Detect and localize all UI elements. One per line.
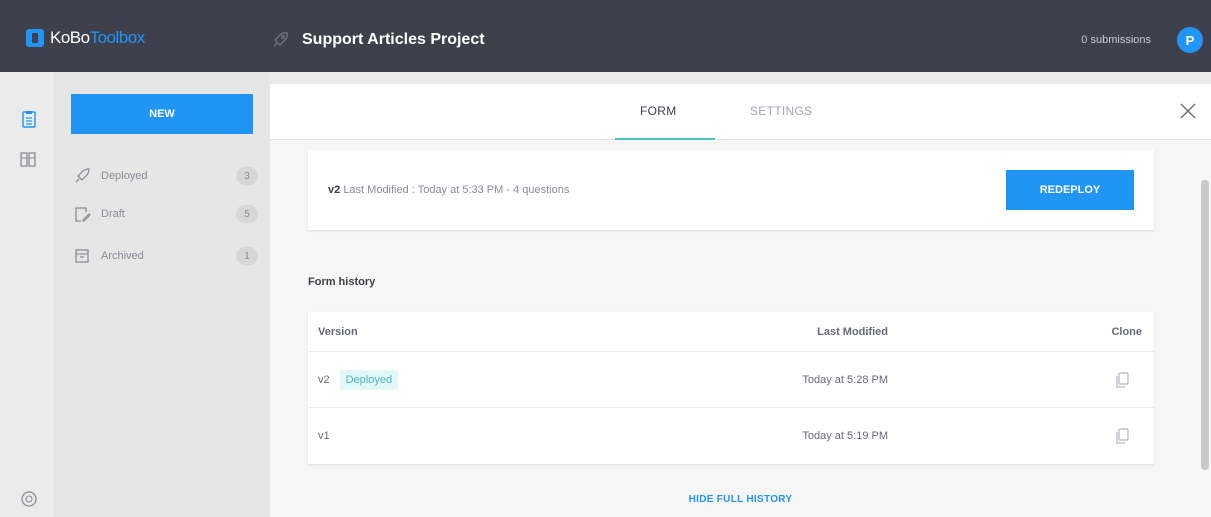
project-title: Support Articles Project: [302, 31, 485, 48]
project-title-area: Support Articles Project: [270, 30, 485, 50]
draft-icon: [75, 207, 91, 222]
submissions-count: 0 submissions: [1081, 34, 1151, 46]
count-badge: 1: [236, 247, 258, 265]
user-avatar[interactable]: P: [1177, 27, 1203, 53]
forms-icon[interactable]: [20, 110, 38, 128]
close-icon[interactable]: [1179, 102, 1197, 120]
current-version-text: v2 Last Modified : Today at 5:33 PM - 4 …: [328, 184, 569, 196]
count-badge: 3: [236, 167, 258, 185]
top-bar: KoBoToolbox Support Articles Project 0 s…: [0, 0, 1211, 72]
new-button[interactable]: NEW: [71, 94, 253, 134]
last-modified-cell: Today at 5:19 PM: [802, 430, 888, 442]
column-header-clone: Clone: [1111, 325, 1142, 338]
logo-mark: [26, 29, 44, 47]
help-icon[interactable]: [20, 490, 38, 508]
current-version-label: v2: [328, 184, 341, 196]
archive-icon: [75, 249, 89, 263]
table-row: v1 Today at 5:19 PM: [308, 408, 1154, 464]
tab-settings[interactable]: SETTINGS: [750, 104, 812, 118]
tab-form[interactable]: FORM: [640, 104, 677, 118]
rocket-icon: [75, 168, 90, 183]
redeploy-button[interactable]: REDEPLOY: [1006, 170, 1134, 210]
table-row: v2 Deployed Today at 5:28 PM: [308, 352, 1154, 408]
active-tab-indicator: [615, 138, 715, 140]
table-header-row: Version Last Modified Clone: [308, 312, 1154, 352]
count-badge: 5: [236, 205, 258, 223]
main-panel: FORM SETTINGS v2 Last Modified : Today a…: [270, 84, 1211, 517]
sidebar-item-archived[interactable]: Archived 1: [73, 244, 258, 268]
current-version-details: Last Modified : Today at 5:33 PM - 4 que…: [343, 184, 570, 196]
sidebar-item-label: Draft: [101, 208, 125, 220]
hide-full-history-link[interactable]: HIDE FULL HISTORY: [270, 494, 1211, 505]
logo-text: KoBoToolbox: [50, 28, 145, 47]
current-version-card: v2 Last Modified : Today at 5:33 PM - 4 …: [308, 150, 1154, 230]
library-icon[interactable]: [20, 150, 38, 168]
form-history-title: Form history: [308, 276, 376, 288]
tabs-bar: FORM SETTINGS: [270, 84, 1211, 140]
icon-rail: [0, 72, 55, 517]
clone-icon[interactable]: [1114, 428, 1130, 444]
sidebar-item-label: Deployed: [101, 170, 148, 182]
clone-icon[interactable]: [1114, 371, 1130, 388]
sidebar-item-deployed[interactable]: Deployed 3: [73, 164, 258, 188]
last-modified-cell: Today at 5:28 PM: [802, 373, 888, 386]
scrollbar[interactable]: [1201, 180, 1209, 470]
sidebar-item-label: Archived: [101, 250, 144, 262]
side-panel: NEW Deployed 3 Draft 5 Archived 1: [55, 72, 270, 517]
column-header-last-modified: Last Modified: [817, 325, 888, 338]
sidebar-item-draft[interactable]: Draft 5: [73, 202, 258, 226]
form-history-table: Version Last Modified Clone v2 Deployed …: [308, 312, 1154, 464]
kobotoolbox-logo[interactable]: KoBoToolbox: [26, 28, 145, 48]
rocket-icon: [273, 32, 288, 47]
